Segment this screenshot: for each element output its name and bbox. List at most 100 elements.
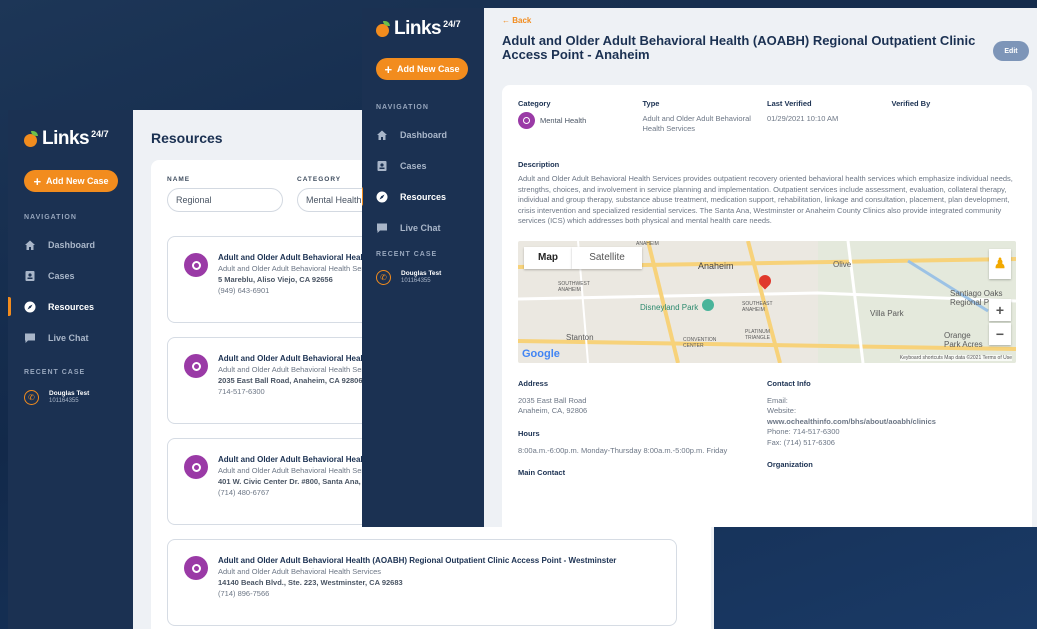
zoom-in-button[interactable]: + (989, 298, 1011, 321)
sidebar-item-dashboard[interactable]: Dashboard (24, 229, 117, 260)
hours-value: 8:00a.m.-6:00p.m. Monday-Thursday 8:00a.… (518, 445, 728, 455)
sidebar-item-label: Dashboard (400, 129, 448, 140)
detail-panel: Category Mental Health Type Adult and Ol… (502, 85, 1032, 527)
resource-address: 14140 Beach Blvd., Ste. 223, Westminster… (218, 578, 403, 587)
sidebar-item-cases[interactable]: Cases (376, 150, 470, 181)
street-view-pegman-icon[interactable]: ♟ (989, 248, 1011, 279)
satellite-view-tab[interactable]: Satellite (572, 246, 642, 269)
brand-superscript: 24/7 (443, 19, 461, 29)
phone-value: Phone: 714-517-6300 (767, 427, 840, 436)
sidebar-item-live-chat[interactable]: Live Chat (376, 212, 470, 243)
google-logo: Google (522, 347, 560, 360)
website-link[interactable]: www.ochealthinfo.com/bhs/about/aoabh/cli… (767, 417, 1016, 428)
nav-heading: NAVIGATION (24, 214, 77, 221)
info-row: Address 2035 East Ball Road Anaheim, CA,… (518, 379, 1016, 478)
location-pin-icon (184, 455, 208, 479)
zoom-out-button[interactable]: − (989, 322, 1011, 345)
type-label: Type (642, 99, 660, 108)
location-pin-icon (518, 112, 535, 129)
verified-by-label: Verified By (891, 99, 931, 108)
category-label: Category (518, 99, 551, 108)
name-filter: NAME Regional (167, 176, 283, 212)
name-filter-label: NAME (167, 176, 191, 183)
folder-icon (24, 270, 36, 282)
add-new-case-button[interactable]: + Add New Case (376, 58, 468, 80)
logo[interactable]: Links 24/7 (376, 18, 470, 40)
sidebar-item-live-chat[interactable]: Live Chat (24, 322, 117, 353)
main-contact-label: Main Contact (518, 468, 566, 477)
address-line-1: 2035 East Ball Road (518, 395, 587, 405)
add-new-case-label: Add New Case (397, 64, 460, 74)
map-label: PLATINUM TRIANGLE (745, 328, 771, 341)
list-item[interactable]: Adult and Older Adult Behavioral Health … (167, 539, 677, 626)
name-input[interactable]: Regional (167, 188, 283, 212)
page-title: Adult and Older Adult Behavioral Health … (502, 33, 976, 62)
sidebar-item-cases[interactable]: Cases (24, 260, 117, 291)
category-text: Mental Health (540, 116, 587, 125)
map-label: Orange Park Acres (944, 330, 983, 349)
plus-icon: + (33, 173, 42, 189)
description-text: Adult and Older Adult Behavioral Health … (518, 174, 1013, 225)
resource-detail-window: Links 24/7 + Add New Case NAVIGATION Das… (362, 8, 1037, 527)
nav-heading: NAVIGATION (376, 104, 429, 111)
add-new-case-button[interactable]: + Add New Case (24, 170, 118, 192)
phone-icon: ✆ (24, 390, 39, 405)
sidebar: Links 24/7 + Add New Case NAVIGATION Das… (362, 8, 484, 527)
resource-title: Adult and Older Adult Behavioral Health … (218, 556, 617, 565)
map-label: Villa Park (870, 308, 904, 318)
last-verified-value: 01/29/2021 10:10 AM (767, 114, 839, 123)
recent-case-number: 101164355 (49, 398, 79, 404)
address-column: Address 2035 East Ball Road Anaheim, CA,… (518, 379, 767, 478)
orange-logo-icon (24, 131, 40, 147)
map-label: SOUTHEAST ANAHEIM (742, 300, 773, 313)
back-label: Back (512, 16, 532, 25)
recent-case-name: Douglas Test (401, 270, 442, 277)
sidebar-item-label: Live Chat (48, 332, 89, 343)
resource-type: Adult and Older Adult Behavioral Health … (218, 567, 382, 576)
map-label: Anaheim (698, 260, 734, 271)
edit-button[interactable]: Edit (993, 41, 1029, 61)
folder-icon (376, 160, 388, 172)
recent-case-heading: RECENT CASE (24, 369, 86, 376)
map[interactable]: Map Satellite Anaheim Olive SOUTHWEST AN… (518, 240, 1016, 363)
category-value: Mental Health (518, 112, 643, 129)
email-label: Email: (767, 395, 788, 405)
back-link[interactable]: ← Back (502, 16, 1019, 25)
last-verified-label: Last Verified (767, 99, 812, 108)
home-icon (24, 239, 36, 251)
map-label: ANAHEIM (636, 240, 659, 247)
brand-name: Links (394, 18, 442, 39)
phone-icon: ✆ (376, 270, 391, 285)
map-label: SOUTHWEST ANAHEIM (558, 280, 590, 293)
map-label: CONVENTION CENTER (683, 336, 717, 349)
recent-case-name: Douglas Test (49, 390, 90, 397)
location-pin-icon (184, 253, 208, 277)
sidebar-item-label: Dashboard (48, 239, 96, 250)
contact-info-label: Contact Info (767, 378, 811, 388)
description-label: Description (518, 160, 560, 169)
map-label: Olive (833, 259, 852, 269)
sidebar-item-resources[interactable]: Resources (8, 291, 117, 322)
hours-label: Hours (518, 428, 540, 438)
sidebar-item-resources[interactable]: Resources (362, 181, 470, 212)
recent-case-item[interactable]: ✆ Douglas Test 101164355 (376, 270, 470, 285)
chat-icon (24, 332, 36, 344)
arrow-left-icon: ← (502, 16, 510, 25)
logo[interactable]: Links 24/7 (24, 128, 117, 150)
compass-icon (376, 191, 388, 203)
sidebar-item-label: Live Chat (400, 222, 441, 233)
organization-label: Organization (767, 460, 813, 469)
recent-case-number: 101164355 (401, 278, 431, 284)
fax-value: Fax: (714) 517-6306 (767, 437, 835, 447)
contact-column: Contact Info Email: Website: www.ochealt… (767, 379, 1016, 478)
address-line-2: Anaheim, CA, 92806 (518, 406, 588, 415)
website-label: Website: (767, 406, 797, 415)
compass-icon (24, 301, 36, 313)
sidebar-item-dashboard[interactable]: Dashboard (376, 119, 470, 150)
sidebar-item-label: Resources (48, 301, 95, 312)
map-view-tab[interactable]: Map (524, 246, 572, 269)
add-new-case-label: Add New Case (46, 176, 109, 186)
recent-case-item[interactable]: ✆ Douglas Test 101164355 (24, 390, 117, 405)
home-icon (376, 129, 388, 141)
map-attribution[interactable]: Keyboard shortcuts Map data ©2021 Terms … (899, 354, 1012, 361)
